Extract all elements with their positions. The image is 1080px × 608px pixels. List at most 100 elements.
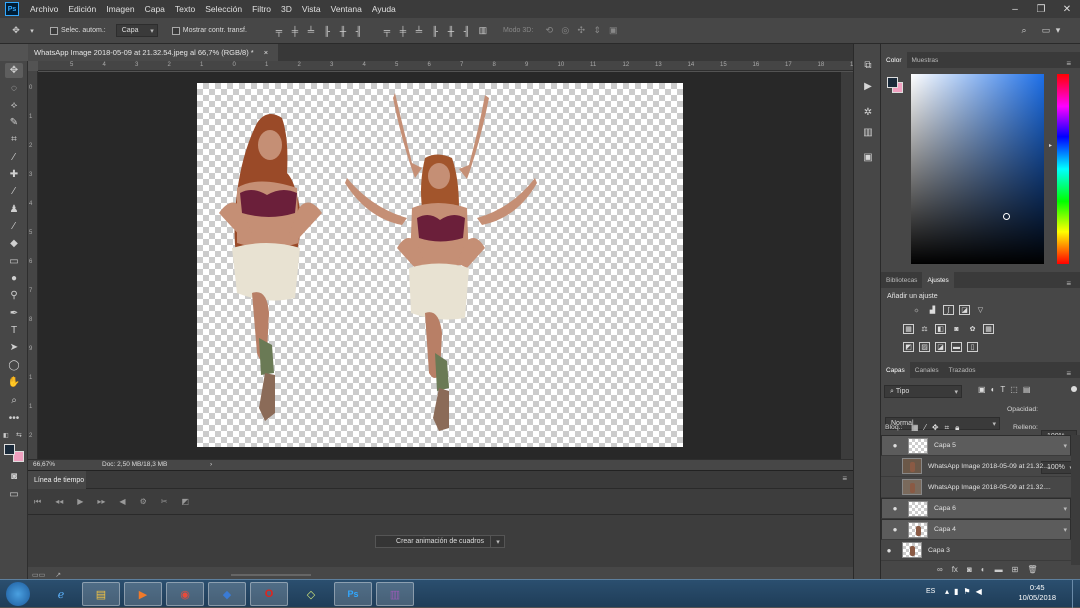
new-group-icon[interactable]: ▬ [995,565,1003,574]
menu-filtro[interactable]: Filtro [247,4,276,14]
tab-muestras[interactable]: Muestras [907,52,944,68]
pen-tool-icon[interactable]: ✒ [5,306,23,321]
align-hcenter-icon[interactable]: ╫ [337,25,349,37]
prev-frame-icon[interactable]: ◂◂ [55,497,63,506]
app-icon[interactable]: ◆ [208,582,246,606]
camera-3d-icon[interactable]: ▣ [607,25,619,37]
tray-arrow-icon[interactable]: ▴ [945,587,949,596]
new-layer-icon[interactable]: ⊞ [1012,565,1019,574]
new-adjustment-icon[interactable]: ◐ [981,565,986,574]
panel-menu-icon[interactable]: ≡ [842,474,847,483]
menu-ayuda[interactable]: Ayuda [367,4,401,14]
close-icon[interactable]: ✕ [1054,0,1080,18]
show-desktop-button[interactable] [1072,580,1080,608]
hue-saturation-icon[interactable]: ▦ [903,324,914,334]
black-white-icon[interactable]: ◧ [935,324,946,334]
document-canvas[interactable] [197,83,683,447]
menu-seleccion[interactable]: Selección [200,4,247,14]
distribute-left-icon[interactable]: ╟ [429,25,441,37]
gradient-tool-icon[interactable]: ▭ [5,254,23,269]
photoshop-taskbar-icon[interactable]: Ps [334,582,372,606]
type-filter-icon[interactable]: T [1000,385,1005,394]
layer-row[interactable]: ● WhatsApp Image 2018-05-09 at 21.32.... [881,456,1071,477]
menu-archivo[interactable]: Archivo [25,4,63,14]
smart-object-filter-icon[interactable]: ▤ [1023,385,1031,394]
lock-artboard-icon[interactable]: ⌗ [945,423,950,433]
rotate-3d-icon[interactable]: ⟲ [543,25,555,37]
align-bottom-icon[interactable]: ╧ [305,25,317,37]
blur-tool-icon[interactable]: ● [5,271,23,286]
foreground-color-swatch[interactable] [4,444,15,455]
history-icon[interactable]: ⧉ [860,58,876,72]
eye-icon[interactable]: ● [881,546,897,555]
distribute-bottom-icon[interactable]: ╧ [413,25,425,37]
lock-transparent-icon[interactable]: ▦ [911,423,919,433]
opera-icon[interactable]: O [250,582,288,606]
threshold-icon[interactable]: ◪ [935,342,946,352]
volume-icon[interactable]: ◀ [976,587,982,596]
menu-vista[interactable]: Vista [297,4,326,14]
quick-select-tool-icon[interactable]: ✎ [5,115,23,130]
show-transform-checkbox[interactable]: Mostrar contr. transf. [171,26,247,35]
winrar-icon[interactable]: ▥ [376,582,414,606]
audio-icon[interactable]: ◀ [119,497,125,506]
zoom-tool-icon[interactable]: ⌕ [5,393,23,408]
restore-icon[interactable]: ❐ [1028,0,1054,18]
clone-stamp-tool-icon[interactable]: ♟ [5,202,23,217]
layers-scrollbar[interactable] [1071,435,1080,565]
color-lookup-icon[interactable]: ▦ [983,324,994,334]
transition-icon[interactable]: ◩ [181,497,189,506]
menu-imagen[interactable]: Imagen [101,4,139,14]
document-tab[interactable]: WhatsApp Image 2018-05-09 at 21.32.54.jp… [28,44,278,61]
pixel-filter-icon[interactable]: ▣ [978,385,986,394]
chevron-down-icon[interactable]: ▾ [26,25,38,37]
eye-icon[interactable]: ● [887,441,903,450]
timeline-tab[interactable]: Línea de tiempo [28,471,86,489]
zoom-slider[interactable] [231,573,312,576]
eye-icon[interactable]: ● [887,504,903,513]
auto-select-dropdown[interactable]: Capa [115,24,158,37]
distribute-hcenter-icon[interactable]: ╫ [445,25,457,37]
screen-mode-icon[interactable]: ▭ [5,487,23,502]
color-balance-icon[interactable]: ⚖ [919,324,930,334]
levels-icon[interactable]: ▟ [927,305,938,315]
swap-colors-icon[interactable]: ⇆ [16,431,22,439]
lock-all-icon[interactable]: 🔒︎ [955,423,959,433]
convert-arrow-icon[interactable]: ↗ [55,571,61,579]
history-brush-tool-icon[interactable]: ⁄ [5,219,23,234]
layer-row[interactable]: ● WhatsApp Image 2018-05-09 at 21.32.... [881,477,1071,498]
language-indicator[interactable]: ES [926,588,935,595]
flag-icon[interactable]: ⚑ [963,587,970,596]
actions-play-icon[interactable]: ▶ [860,79,876,93]
lasso-tool-icon[interactable]: ⟡ [5,98,23,113]
align-vcenter-icon[interactable]: ╪ [289,25,301,37]
distribute-vcenter-icon[interactable]: ╪ [397,25,409,37]
add-mask-icon[interactable]: ◙ [967,565,972,574]
eye-off-icon[interactable]: ● [881,483,897,492]
panel-menu-icon[interactable]: ≡ [1061,365,1076,381]
menu-ventana[interactable]: Ventana [326,4,367,14]
filter-toggle[interactable] [1071,386,1077,392]
eye-off-icon[interactable]: ● [881,462,897,471]
path-select-tool-icon[interactable]: ➤ [5,340,23,355]
create-frame-animation-button[interactable]: Crear animación de cuadros [375,535,505,548]
color-picker-field[interactable] [911,74,1044,264]
curves-icon[interactable]: ∫ [943,305,954,315]
color-picker-cursor[interactable] [1003,213,1010,220]
more-tools-icon[interactable]: ••• [5,411,23,426]
layer-row[interactable]: ● Capa 4 [881,519,1071,540]
delete-layer-icon[interactable]: 🗑︎ [1027,565,1037,574]
search-icon[interactable]: ⌕ [1018,25,1030,37]
clock[interactable]: 0:45 10/05/2018 [1018,583,1056,603]
workspace-icon[interactable]: ▭ [1040,25,1052,37]
ie-icon[interactable]: ℯ [42,582,80,606]
start-button[interactable] [6,582,30,606]
adjustment-filter-icon[interactable]: ◐ [991,385,996,394]
lock-position-icon[interactable]: ✥ [932,423,939,433]
align-left-icon[interactable]: ╟ [321,25,333,37]
marquee-tool-icon[interactable]: ◌ [5,81,23,96]
align-right-icon[interactable]: ╢ [353,25,365,37]
vertical-scrollbar[interactable] [841,72,853,459]
healing-brush-tool-icon[interactable]: ✚ [5,167,23,182]
media-player-icon[interactable]: ▶ [124,582,162,606]
